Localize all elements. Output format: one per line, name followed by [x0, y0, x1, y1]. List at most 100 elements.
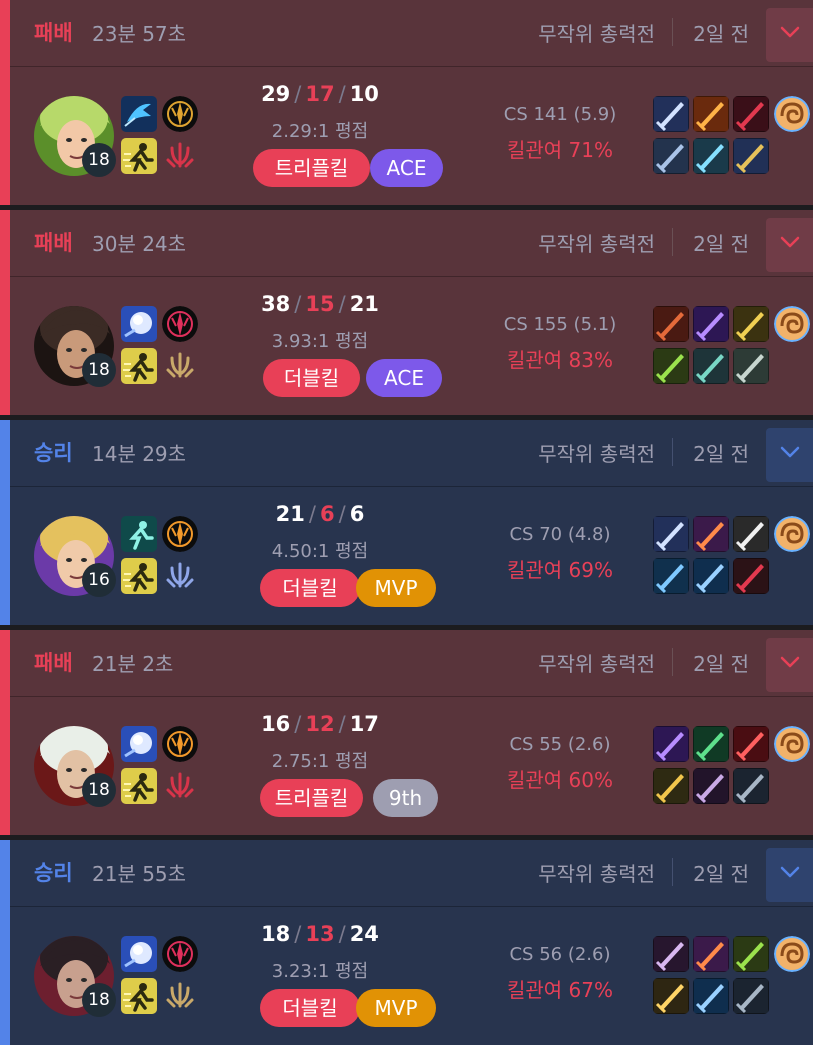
- kills: 29: [261, 82, 291, 106]
- item-dark-boots-icon[interactable]: [733, 768, 769, 804]
- spell-blue-dash-icon[interactable]: [121, 96, 157, 132]
- kda-separator: /: [338, 292, 346, 316]
- rune-blue-secondary-icon[interactable]: [162, 558, 198, 594]
- creep-score: CS 155 (5.1): [503, 314, 617, 335]
- spell-snowball-icon[interactable]: [121, 306, 157, 342]
- time-ago: 2일 전: [693, 862, 749, 886]
- item-purple-spear-icon[interactable]: [693, 306, 729, 342]
- time-ago: 2일 전: [693, 442, 749, 466]
- kill-participation: 킬관여 67%: [506, 978, 613, 1002]
- spell-yellow-runner-icon[interactable]: [121, 978, 157, 1014]
- game-mode: 무작위 총력전: [538, 652, 655, 676]
- match-result: 패배: [34, 651, 73, 675]
- spell-snowball-icon[interactable]: [121, 726, 157, 762]
- item-red-boots-icon[interactable]: [733, 558, 769, 594]
- rune-red-secondary-icon[interactable]: [162, 138, 198, 174]
- item-gold-blade-icon[interactable]: [733, 306, 769, 342]
- game-mode: 무작위 총력전: [538, 22, 655, 46]
- match-result: 승리: [34, 441, 73, 465]
- item-blades-icon[interactable]: [653, 96, 689, 132]
- item-blades-icon[interactable]: [653, 516, 689, 552]
- kill-participation: 킬관여 83%: [506, 348, 613, 372]
- kills: 16: [261, 712, 291, 736]
- item-dark-blade-icon[interactable]: [693, 768, 729, 804]
- item-red-orb-icon[interactable]: [733, 726, 769, 762]
- spell-ghost-runner-icon[interactable]: [121, 516, 157, 552]
- kda-separator: /: [294, 292, 302, 316]
- badge-red: 더블킬: [263, 359, 360, 397]
- creep-score: CS 70 (4.8): [509, 524, 611, 545]
- expand-button[interactable]: [766, 848, 813, 902]
- match-card: 패배 21분 2초 무작위 총력전 2일 전 18 16/12/17 2.75:1 평점 트리…: [0, 630, 813, 835]
- item-purple-spear-icon[interactable]: [653, 726, 689, 762]
- game-mode: 무작위 총력전: [538, 232, 655, 256]
- kda-separator: /: [294, 712, 302, 736]
- item-gun-icon[interactable]: [693, 348, 729, 384]
- match-header: 승리 21분 55초 무작위 총력전 2일 전: [10, 840, 813, 907]
- match-result: 승리: [34, 861, 73, 885]
- match-duration: 30분 24초: [92, 232, 187, 256]
- expand-button[interactable]: [766, 8, 813, 62]
- spell-yellow-runner-icon[interactable]: [121, 138, 157, 174]
- ward-totem-icon[interactable]: [774, 726, 810, 762]
- kda-line: 21/6/6: [225, 502, 415, 526]
- item-shield-emblem-icon[interactable]: [733, 138, 769, 174]
- rune-red-keystone-icon[interactable]: [162, 936, 198, 972]
- item-dark-boots-icon[interactable]: [733, 978, 769, 1014]
- ward-totem-icon[interactable]: [774, 516, 810, 552]
- rune-gold-keystone-icon[interactable]: [162, 96, 198, 132]
- item-blue-spear-icon[interactable]: [693, 558, 729, 594]
- kda-line: 16/12/17: [225, 712, 415, 736]
- game-mode: 무작위 총력전: [538, 442, 655, 466]
- item-gold-bow-icon[interactable]: [653, 768, 689, 804]
- rune-orange-keystone-icon[interactable]: [162, 726, 198, 762]
- rune-gold-secondary-icon[interactable]: [162, 348, 198, 384]
- item-green-cloak-icon[interactable]: [693, 726, 729, 762]
- time-ago: 2일 전: [693, 22, 749, 46]
- chevron-down-icon: [778, 860, 802, 884]
- item-dagger-icon[interactable]: [693, 138, 729, 174]
- item-claws-icon[interactable]: [653, 138, 689, 174]
- kda-ratio: 2.29:1 평점: [271, 121, 369, 142]
- item-dark-spear-icon[interactable]: [653, 936, 689, 972]
- kda-ratio: 2.75:1 평점: [271, 751, 369, 772]
- item-pickaxe-icon[interactable]: [733, 348, 769, 384]
- item-orange-dagger-icon[interactable]: [693, 936, 729, 972]
- ward-totem-icon[interactable]: [774, 306, 810, 342]
- spell-snowball-icon[interactable]: [121, 936, 157, 972]
- item-flame-sword-icon[interactable]: [693, 96, 729, 132]
- expand-button[interactable]: [766, 218, 813, 272]
- item-crossed-swords-icon[interactable]: [733, 516, 769, 552]
- item-green-blade-icon[interactable]: [653, 348, 689, 384]
- kda-ratio: 3.93:1 평점: [271, 331, 369, 352]
- match-header: 패배 23분 57초 무작위 총력전 2일 전: [10, 0, 813, 67]
- rune-gold-secondary-icon[interactable]: [162, 978, 198, 1014]
- kills: 21: [275, 502, 305, 526]
- assists: 10: [349, 82, 379, 106]
- rune-orange-keystone-icon[interactable]: [162, 516, 198, 552]
- assists: 6: [349, 502, 365, 526]
- match-header: 승리 14분 29초 무작위 총력전 2일 전: [10, 420, 813, 487]
- item-gold-gun-icon[interactable]: [653, 978, 689, 1014]
- expand-button[interactable]: [766, 638, 813, 692]
- ward-totem-icon[interactable]: [774, 936, 810, 972]
- kill-participation: 킬관여 60%: [506, 768, 613, 792]
- spell-yellow-runner-icon[interactable]: [121, 768, 157, 804]
- match-result: 패배: [34, 21, 73, 45]
- item-red-blade-icon[interactable]: [733, 96, 769, 132]
- spell-yellow-runner-icon[interactable]: [121, 558, 157, 594]
- expand-button[interactable]: [766, 428, 813, 482]
- creep-score: CS 55 (2.6): [509, 734, 611, 755]
- rune-red-secondary-icon[interactable]: [162, 768, 198, 804]
- item-axe-icon[interactable]: [653, 306, 689, 342]
- item-orange-dagger-icon[interactable]: [693, 516, 729, 552]
- match-duration: 14분 29초: [92, 442, 187, 466]
- item-green-blade-icon[interactable]: [733, 936, 769, 972]
- kda-separator: /: [338, 712, 346, 736]
- spell-yellow-runner-icon[interactable]: [121, 348, 157, 384]
- rune-red-keystone-icon[interactable]: [162, 306, 198, 342]
- chevron-down-icon: [778, 650, 802, 674]
- item-blue-dagger-icon[interactable]: [653, 558, 689, 594]
- item-blue-spear-icon[interactable]: [693, 978, 729, 1014]
- ward-totem-icon[interactable]: [774, 96, 810, 132]
